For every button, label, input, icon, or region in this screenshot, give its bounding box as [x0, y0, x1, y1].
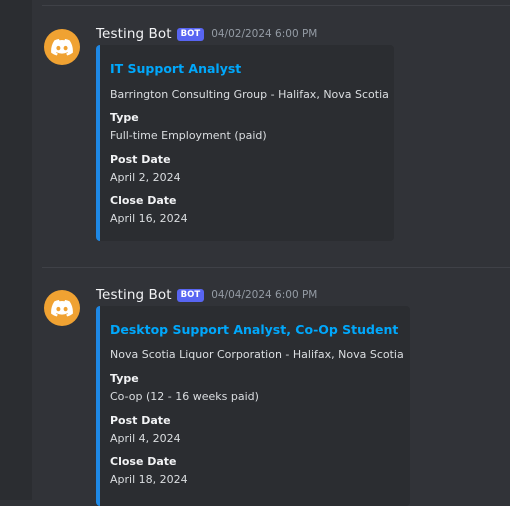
discord-logo-icon: [51, 299, 73, 316]
bot-badge: BOT: [176, 27, 205, 41]
embed-description: Barrington Consulting Group - Halifax, N…: [110, 88, 389, 101]
field-name: Type: [110, 372, 139, 385]
embed-description: Nova Scotia Liquor Corporation - Halifax…: [110, 348, 404, 361]
embed-title-link[interactable]: IT Support Analyst: [110, 61, 241, 76]
field-value: April 16, 2024: [110, 212, 188, 225]
left-rail: [0, 0, 32, 500]
avatar[interactable]: [44, 29, 80, 65]
message-divider: [42, 5, 510, 6]
job-embed: IT Support Analyst Barrington Consulting…: [96, 45, 394, 241]
field-name: Type: [110, 111, 139, 124]
field-name: Close Date: [110, 455, 177, 468]
field-value: April 2, 2024: [110, 171, 181, 184]
avatar[interactable]: [44, 290, 80, 326]
field-name: Post Date: [110, 153, 171, 166]
embed-title-link[interactable]: Desktop Support Analyst, Co-Op Student: [110, 322, 398, 337]
field-value: Co-op (12 - 16 weeks paid): [110, 390, 259, 403]
bot-badge: BOT: [176, 288, 205, 302]
field-name: Close Date: [110, 194, 177, 207]
field-value: April 4, 2024: [110, 432, 181, 445]
chat-area: Testing Bot BOT 04/02/2024 6:00 PM IT Su…: [32, 0, 510, 506]
username[interactable]: Testing Bot: [96, 287, 172, 303]
job-embed: Desktop Support Analyst, Co-Op Student N…: [96, 306, 410, 506]
field-name: Post Date: [110, 414, 171, 427]
field-value: Full-time Employment (paid): [110, 129, 267, 142]
username[interactable]: Testing Bot: [96, 26, 172, 42]
field-value: April 18, 2024: [110, 473, 188, 486]
message-header: Testing Bot BOT 04/04/2024 6:00 PM: [96, 286, 317, 304]
message-divider: [42, 267, 510, 268]
timestamp: 04/02/2024 6:00 PM: [211, 28, 318, 40]
discord-logo-icon: [51, 38, 73, 55]
message-header: Testing Bot BOT 04/02/2024 6:00 PM: [96, 25, 317, 43]
timestamp: 04/04/2024 6:00 PM: [211, 289, 318, 301]
